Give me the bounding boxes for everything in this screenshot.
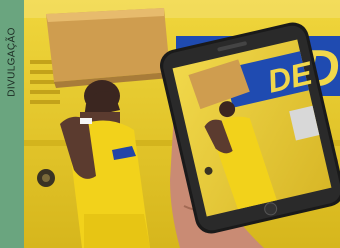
photo-credit: DIVULGAÇÃO [6, 27, 18, 97]
photo: DE DE [24, 0, 340, 248]
credit-strip: DIVULGAÇÃO [0, 0, 24, 248]
cardboard-box [46, 8, 170, 88]
